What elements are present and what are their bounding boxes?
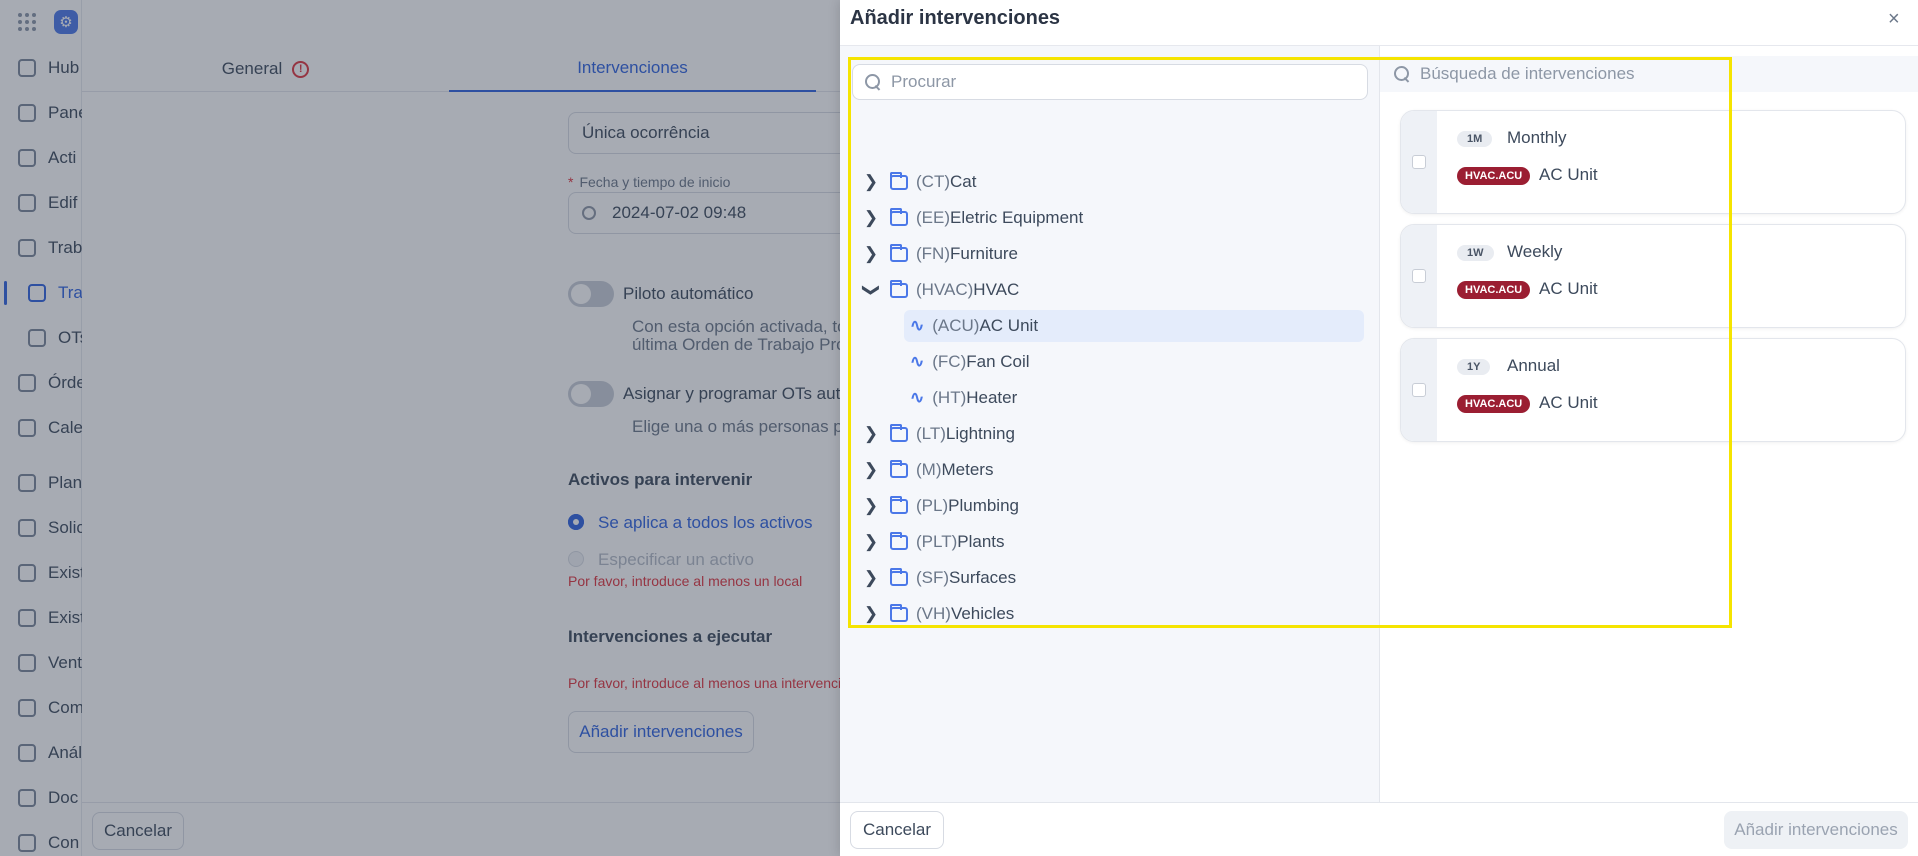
chevron-right-icon[interactable]: ❯: [862, 460, 880, 479]
asset-tag-badge: HVAC.ACU: [1457, 395, 1531, 413]
tree-item-code: (PL): [916, 496, 949, 515]
interventions-search-input[interactable]: [1420, 64, 1880, 84]
tree-item-plants[interactable]: ❯ (PLT) Plants: [840, 526, 1005, 558]
chevron-right-icon[interactable]: ❯: [862, 496, 880, 515]
tree-item-code: (SF): [916, 568, 950, 587]
tree-item-code: (ACU): [932, 316, 980, 335]
tree-item-code: (VH): [916, 604, 951, 623]
frequency-badge: 1M: [1457, 131, 1493, 147]
tree-item-label: Plants: [957, 532, 1005, 551]
tree-item-label: Heater: [966, 388, 1018, 407]
tree-leaf-ac-unit[interactable]: ∿ (ACU) AC Unit: [904, 310, 1364, 342]
chevron-right-icon[interactable]: ❯: [862, 424, 880, 443]
tree-item-label: Meters: [941, 460, 994, 479]
tree-item-label: Lightning: [945, 424, 1015, 443]
tree-item-code: (HT): [932, 388, 967, 407]
tree-item-label: HVAC: [973, 280, 1020, 299]
tree-search-field[interactable]: [852, 64, 1368, 100]
asset-tag-badge: HVAC.ACU: [1457, 167, 1531, 185]
frequency-badge: 1W: [1457, 245, 1494, 261]
chevron-right-icon[interactable]: ❯: [862, 568, 880, 587]
card-checkbox[interactable]: [1412, 269, 1426, 283]
tree-item-code: (LT): [916, 424, 946, 443]
tree-item-code: (CT): [916, 172, 950, 191]
tree-item-code: (PLT): [916, 532, 958, 551]
folder-icon: [890, 207, 908, 226]
intervention-type-icon: ∿: [910, 316, 925, 335]
drawer-footer: Cancelar Añadir intervenciones: [840, 802, 1918, 856]
tree-item-code: (FC): [932, 352, 967, 371]
drawer-cancel-button[interactable]: Cancelar: [850, 811, 944, 849]
drawer-add-interventions-button[interactable]: Añadir intervenciones: [1724, 811, 1908, 849]
intervention-card[interactable]: 1W Weekly HVAC.ACU AC Unit: [1400, 224, 1906, 328]
modal-overlay[interactable]: [0, 0, 840, 856]
chevron-right-icon[interactable]: ❯: [862, 532, 880, 551]
intervention-type-icon: ∿: [910, 352, 925, 371]
chevron-right-icon[interactable]: ❯: [862, 604, 880, 623]
folder-icon: [890, 423, 908, 442]
search-icon: [1394, 66, 1410, 82]
drawer-title: Añadir intervenciones: [850, 7, 1061, 29]
tree-item-furniture[interactable]: ❯ (FN) Furniture: [840, 238, 1018, 270]
asset-name: AC Unit: [1539, 393, 1598, 412]
asset-name: AC Unit: [1539, 165, 1598, 184]
tree-item-lightning[interactable]: ❯ (LT) Lightning: [840, 418, 1015, 450]
chevron-right-icon[interactable]: ❯: [862, 244, 880, 263]
tree-item-code: (HVAC): [916, 280, 974, 299]
card-select-area: [1401, 111, 1437, 213]
search-icon: [865, 74, 881, 90]
intervention-name: Weekly: [1507, 242, 1563, 261]
asset-name: AC Unit: [1539, 279, 1598, 298]
chevron-right-icon[interactable]: ❯: [862, 172, 880, 191]
asset-tree-panel: ❯ (CT)Cat ❯ (EE)Eletric Equipment ❯ (FN)…: [840, 46, 1380, 802]
tree-item-code: (M): [916, 460, 942, 479]
tree-item-hvac[interactable]: ❯ (HVAC) HVAC: [840, 274, 1019, 306]
card-checkbox[interactable]: [1412, 383, 1426, 397]
close-icon[interactable]: ×: [1888, 8, 1900, 31]
frequency-badge: 1Y: [1457, 359, 1491, 375]
asset-tag-badge: HVAC.ACU: [1457, 281, 1531, 299]
tree-item-label: Vehicles: [950, 604, 1015, 623]
folder-icon: [890, 171, 908, 190]
tree-item-code: (EE): [916, 208, 950, 227]
folder-icon: [890, 495, 908, 514]
tree-item-label: Furniture: [949, 244, 1019, 263]
interventions-panel: 1M Monthly HVAC.ACU AC Unit 1W Weekly HV…: [1380, 46, 1918, 802]
tree-item-label: Surfaces: [949, 568, 1017, 587]
folder-icon: [890, 279, 908, 298]
tree-item-surfaces[interactable]: ❯ (SF) Surfaces: [840, 562, 1016, 594]
add-interventions-drawer: Añadir intervenciones × ❯ (CT)Cat ❯ (EE)…: [840, 0, 1918, 856]
chevron-down-icon[interactable]: ❯: [862, 281, 881, 299]
tree-item-plumbing[interactable]: ❯ (PL) Plumbing: [840, 490, 1019, 522]
card-checkbox[interactable]: [1412, 155, 1426, 169]
interventions-search-field[interactable]: [1380, 56, 1918, 92]
tree-item-eletric-equipment[interactable]: ❯ (EE) Eletric Equipment: [840, 202, 1083, 234]
card-select-area: [1401, 225, 1437, 327]
folder-icon: [890, 531, 908, 550]
folder-icon: [890, 243, 908, 262]
tree-item-meters[interactable]: ❯ (M) Meters: [840, 454, 993, 486]
chevron-right-icon[interactable]: ❯: [862, 208, 880, 227]
intervention-name: Monthly: [1507, 128, 1567, 147]
intervention-card[interactable]: 1M Monthly HVAC.ACU AC Unit: [1400, 110, 1906, 214]
intervention-type-icon: ∿: [910, 388, 925, 407]
tree-item-code: (FN): [916, 244, 950, 263]
intervention-name: Annual: [1507, 356, 1560, 375]
tree-leaf-fan-coil[interactable]: ∿ (FC) Fan Coil: [904, 346, 1364, 378]
tree-item-vehicles[interactable]: ❯ (VH) Vehicles: [840, 598, 1014, 630]
folder-icon: [890, 567, 908, 586]
tree-item-label: Plumbing: [948, 496, 1019, 515]
tree-item-label: AC Unit: [979, 316, 1039, 335]
folder-icon: [890, 459, 908, 478]
tree-item-label: Cat: [949, 172, 977, 191]
tree-item-label: Fan Coil: [966, 352, 1030, 371]
tree-search-input[interactable]: [891, 72, 1331, 92]
intervention-card[interactable]: 1Y Annual HVAC.ACU AC Unit: [1400, 338, 1906, 442]
card-select-area: [1401, 339, 1437, 441]
tree-item-cat[interactable]: ❯ (CT) Cat: [840, 166, 976, 198]
folder-icon: [890, 603, 908, 622]
tree-leaf-heater[interactable]: ∿ (HT) Heater: [904, 382, 1364, 414]
tree-item-label: Eletric Equipment: [950, 208, 1084, 227]
